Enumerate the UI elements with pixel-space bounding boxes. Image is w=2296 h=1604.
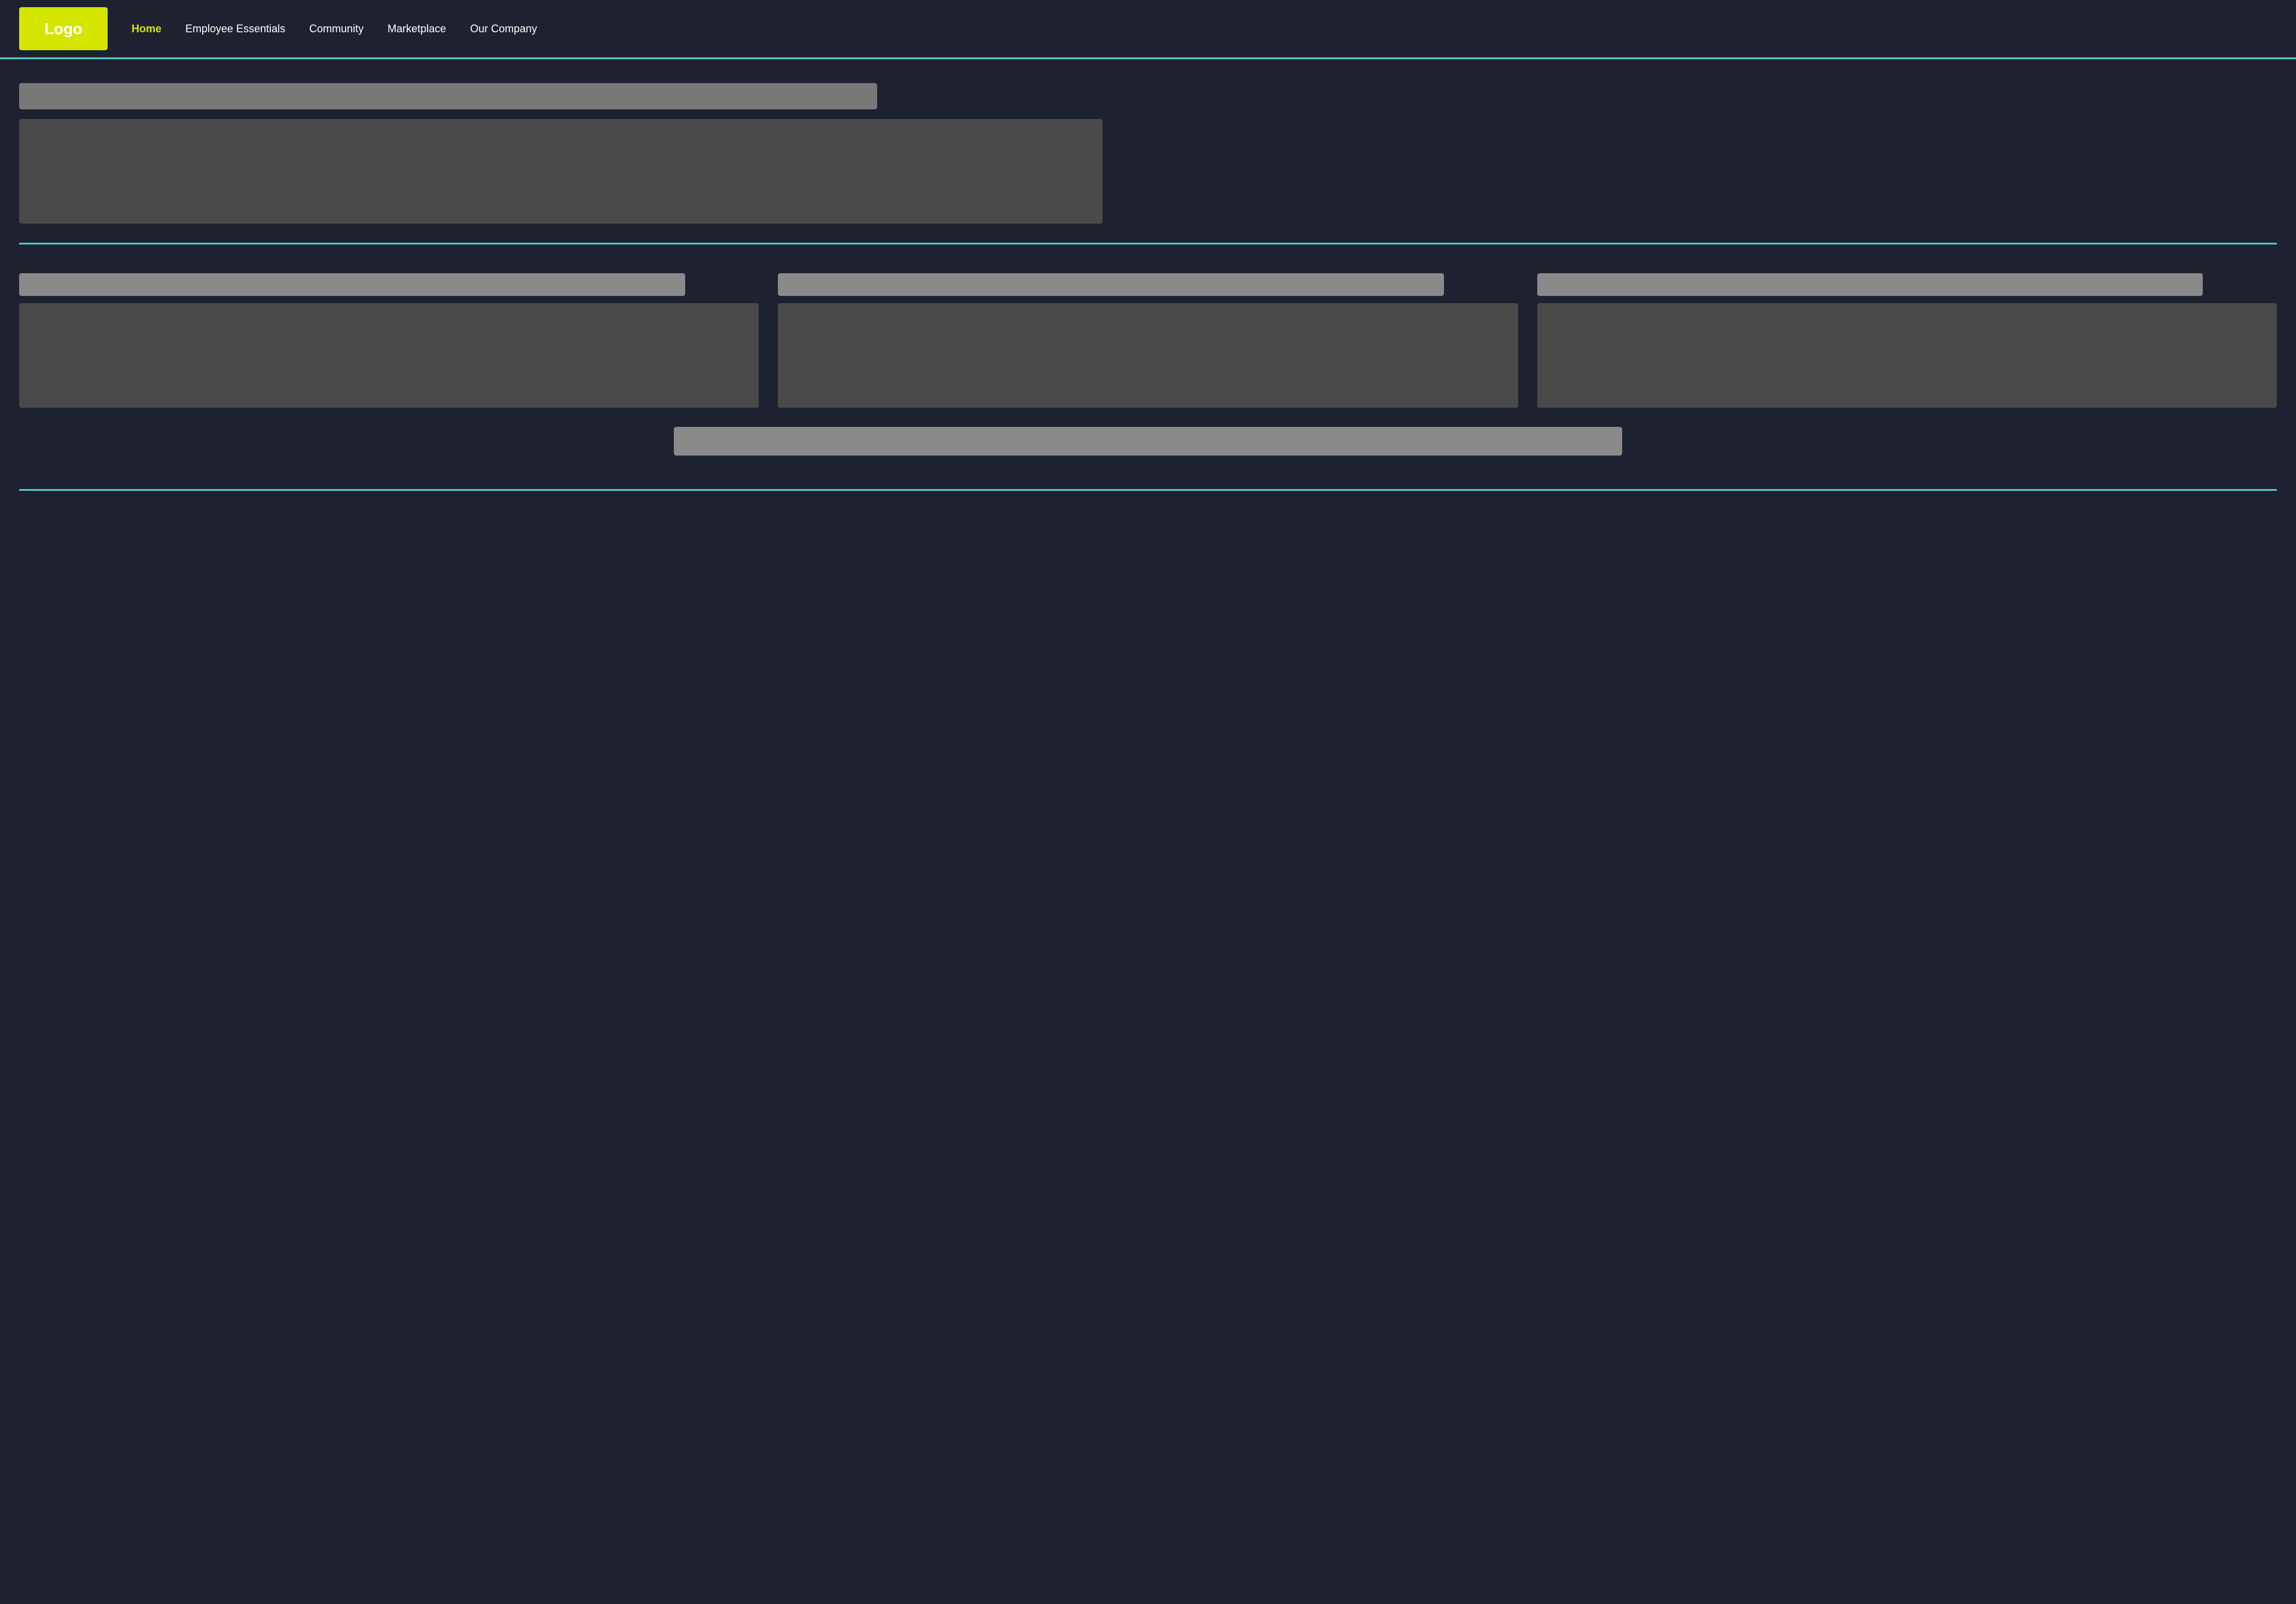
card-3-image-placeholder[interactable] <box>1537 303 2277 408</box>
card-3-title-placeholder <box>1537 273 2203 296</box>
nav-item-employee-essentials[interactable]: Employee Essentials <box>185 23 285 35</box>
hero-content-placeholder <box>19 119 1103 224</box>
card-2 <box>778 273 1518 408</box>
main-content <box>0 59 2296 515</box>
nav-item-our-company[interactable]: Our Company <box>470 23 537 35</box>
card-3 <box>1537 273 2277 408</box>
nav-item-home[interactable]: Home <box>132 23 161 35</box>
header: Logo Home Employee Essentials Community … <box>0 0 2296 59</box>
logo[interactable]: Logo <box>19 7 108 50</box>
card-2-title-placeholder <box>778 273 1444 296</box>
logo-text: Logo <box>44 20 83 38</box>
navigation: Home Employee Essentials Community Marke… <box>132 23 537 35</box>
card-2-image-placeholder[interactable] <box>778 303 1518 408</box>
card-1-image-placeholder[interactable] <box>19 303 759 408</box>
section-divider-top <box>19 243 2277 245</box>
cta-row <box>19 427 2277 456</box>
hero-section <box>19 83 2277 224</box>
cards-grid <box>19 273 2277 408</box>
section-divider-bottom <box>19 489 2277 491</box>
card-1 <box>19 273 759 408</box>
hero-title-placeholder <box>19 83 877 109</box>
card-1-title-placeholder <box>19 273 685 296</box>
nav-item-community[interactable]: Community <box>309 23 364 35</box>
cards-section <box>19 264 2277 465</box>
nav-item-marketplace[interactable]: Marketplace <box>387 23 446 35</box>
cta-button-placeholder[interactable] <box>674 427 1622 456</box>
